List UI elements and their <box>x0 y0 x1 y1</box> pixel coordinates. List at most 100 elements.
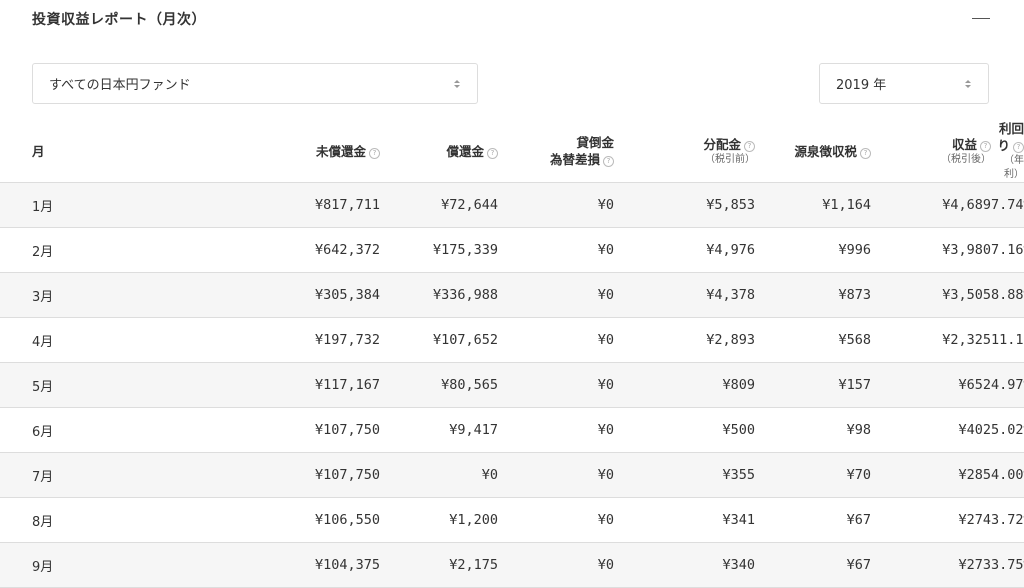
month-cell: 2月 <box>0 227 160 273</box>
repayment-cell: ¥0 <box>380 452 499 498</box>
table-row: 8月¥106,550¥1,200¥0¥341¥67¥2743.72% <box>0 497 1024 543</box>
yield-cell: 8.88% <box>991 272 1024 318</box>
minus-icon[interactable] <box>972 18 990 19</box>
repayment-cell: ¥2,175 <box>380 542 499 588</box>
column-header-month: 月 <box>0 120 160 183</box>
help-icon[interactable]: ? <box>603 156 615 167</box>
dividend-cell: ¥500 <box>614 407 756 453</box>
outstanding-cell: ¥107,750 <box>160 452 381 498</box>
loss-cell: ¥0 <box>498 452 615 498</box>
income-cell: ¥274 <box>871 497 992 543</box>
outstanding-cell: ¥104,375 <box>160 542 381 588</box>
withholding-tax-cell: ¥1,164 <box>755 182 872 228</box>
loss-cell: ¥0 <box>498 317 615 363</box>
repayment-cell: ¥107,652 <box>380 317 499 363</box>
loss-cell: ¥0 <box>498 182 615 228</box>
outstanding-cell: ¥107,750 <box>160 407 381 453</box>
income-cell: ¥2,325 <box>871 317 992 363</box>
month-cell: 7月 <box>0 452 160 498</box>
repayment-cell: ¥80,565 <box>380 362 499 408</box>
select-arrows-icon <box>454 80 460 88</box>
yield-cell: 5.02% <box>991 407 1024 453</box>
income-cell: ¥652 <box>871 362 992 408</box>
table-row: 7月¥107,750¥0¥0¥355¥70¥2854.00% <box>0 452 1024 498</box>
withholding-tax-cell: ¥67 <box>755 542 872 588</box>
table-row: 6月¥107,750¥9,417¥0¥500¥98¥4025.02% <box>0 407 1024 453</box>
dividend-cell: ¥809 <box>614 362 756 408</box>
income-cell: ¥402 <box>871 407 992 453</box>
yield-cell: 11.15% <box>991 317 1024 363</box>
month-cell: 5月 <box>0 362 160 408</box>
income-cell: ¥4,689 <box>871 182 992 228</box>
report-table: 月 未償還金? 償還金? 貸倒金 為替差損? 分配金? （税引前） 源泉徴収税? 収… <box>0 120 1024 588</box>
page-title: 投資収益レポート（月次） <box>32 12 206 28</box>
month-cell: 1月 <box>0 182 160 228</box>
withholding-tax-cell: ¥67 <box>755 497 872 543</box>
month-cell: 6月 <box>0 407 160 453</box>
outstanding-cell: ¥817,711 <box>160 182 381 228</box>
fund-select[interactable]: すべての日本円ファンド <box>32 63 478 104</box>
column-header-income: 収益? （税引後） <box>871 120 992 183</box>
yield-cell: 7.74% <box>991 182 1024 228</box>
yield-cell: 3.75% <box>991 542 1024 588</box>
yield-cell: 4.97% <box>991 362 1024 408</box>
table-row: 1月 ¥817,711 ¥72,644 ¥0 ¥5,853 ¥1,164 ¥4,689 7.7… <box>0 182 1024 228</box>
help-icon[interactable]: ? <box>369 147 381 159</box>
income-cell: ¥273 <box>871 542 992 588</box>
column-header-dividend: 分配金? （税引前） <box>614 120 756 183</box>
outstanding-cell: ¥642,372 <box>160 227 381 273</box>
month-cell: 3月 <box>0 272 160 318</box>
dividend-cell: ¥5,853 <box>614 182 756 228</box>
table-header-row: 月 未償還金? 償還金? 貸倒金 為替差損? 分配金? （税引前） 源泉徴収税? 収… <box>0 120 1024 183</box>
table-row: 2月 ¥642,372 ¥175,339 ¥0 ¥4,976 ¥996 ¥3,980 7.16… <box>0 227 1024 273</box>
loss-cell: ¥0 <box>498 227 615 273</box>
column-header-repayment: 償還金? <box>380 120 499 183</box>
withholding-tax-cell: ¥157 <box>755 362 872 408</box>
income-cell: ¥3,505 <box>871 272 992 318</box>
month-cell: 8月 <box>0 497 160 543</box>
repayment-cell: ¥1,200 <box>380 497 499 543</box>
loss-cell: ¥0 <box>498 407 615 453</box>
income-cell: ¥3,980 <box>871 227 992 273</box>
withholding-tax-cell: ¥568 <box>755 317 872 363</box>
dividend-cell: ¥341 <box>614 497 756 543</box>
dividend-cell: ¥355 <box>614 452 756 498</box>
select-arrows-icon <box>965 80 971 88</box>
help-icon[interactable]: ? <box>980 140 992 152</box>
table-row: 3月 ¥305,384 ¥336,988 ¥0 ¥4,378 ¥873 ¥3,505 8.88… <box>0 272 1024 318</box>
yield-cell: 3.72% <box>991 497 1024 543</box>
yield-cell: 7.16% <box>991 227 1024 273</box>
outstanding-cell: ¥117,167 <box>160 362 381 408</box>
column-header-withholding-tax: 源泉徴収税? <box>755 120 872 183</box>
outstanding-cell: ¥106,550 <box>160 497 381 543</box>
dividend-cell: ¥340 <box>614 542 756 588</box>
table-row: 5月¥117,167¥80,565¥0¥809¥157¥6524.97% <box>0 362 1024 408</box>
loss-cell: ¥0 <box>498 542 615 588</box>
repayment-cell: ¥9,417 <box>380 407 499 453</box>
repayment-cell: ¥175,339 <box>380 227 499 273</box>
column-header-outstanding: 未償還金? <box>160 120 381 183</box>
month-cell: 4月 <box>0 317 160 363</box>
loss-cell: ¥0 <box>498 272 615 318</box>
dividend-cell: ¥4,378 <box>614 272 756 318</box>
loss-cell: ¥0 <box>498 497 615 543</box>
withholding-tax-cell: ¥873 <box>755 272 872 318</box>
repayment-cell: ¥72,644 <box>380 182 499 228</box>
table-row: 9月¥104,375¥2,175¥0¥340¥67¥2733.75% <box>0 542 1024 588</box>
yield-cell: 4.00% <box>991 452 1024 498</box>
outstanding-cell: ¥305,384 <box>160 272 381 318</box>
help-icon[interactable]: ? <box>860 147 872 159</box>
withholding-tax-cell: ¥70 <box>755 452 872 498</box>
help-icon[interactable]: ? <box>1013 142 1024 153</box>
withholding-tax-cell: ¥996 <box>755 227 872 273</box>
help-icon[interactable]: ? <box>487 147 499 159</box>
year-select[interactable]: 2019 年 <box>819 63 989 104</box>
income-cell: ¥285 <box>871 452 992 498</box>
loss-cell: ¥0 <box>498 362 615 408</box>
help-icon[interactable]: ? <box>744 140 756 152</box>
repayment-cell: ¥336,988 <box>380 272 499 318</box>
table-row: 4月 ¥197,732 ¥107,652 ¥0 ¥2,893 ¥568 ¥2,325 11.1… <box>0 317 1024 363</box>
outstanding-cell: ¥197,732 <box>160 317 381 363</box>
column-header-yield: 利回り? （年利） <box>991 120 1024 183</box>
fund-select-value: すべての日本円ファンド <box>49 78 191 93</box>
